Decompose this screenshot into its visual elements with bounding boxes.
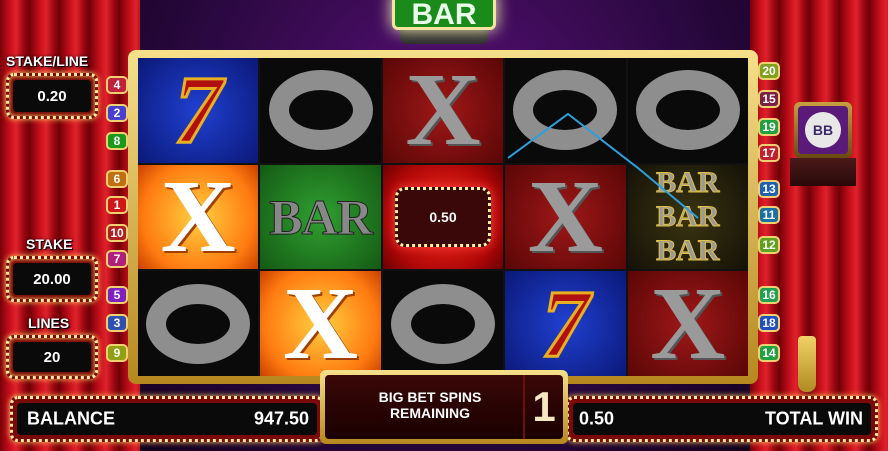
reel-grid: 7 X X BAR 0.50 X BAR BAR BAR X 7 X [138, 58, 748, 376]
stake-label: STAKE [26, 236, 73, 252]
total-win-box: 0.50 TOTAL WIN [566, 396, 878, 442]
payline-badge-5[interactable]: 5 [106, 286, 128, 304]
payline-badge-17[interactable]: 17 [758, 144, 780, 162]
stake-display[interactable]: 20.00 [6, 256, 98, 302]
symbol-o [260, 58, 381, 163]
total-win-label: TOTAL WIN [765, 408, 863, 429]
balance-box: BALANCE 947.50 [10, 396, 324, 442]
symbol-o [382, 271, 504, 376]
stake-line-value: 0.20 [13, 80, 91, 112]
symbol-o [138, 271, 259, 376]
payline-badge-11[interactable]: 11 [758, 206, 780, 224]
symbol-x: X [627, 271, 748, 376]
win-amount-box: 0.50 [394, 186, 492, 248]
win-cell: 0.50 [382, 164, 504, 270]
stake-line-label: STAKE/LINE [6, 53, 89, 69]
payline-badge-16[interactable]: 16 [758, 286, 780, 304]
payline-badge-12[interactable]: 12 [758, 236, 780, 254]
symbol-bar: BAR [260, 164, 381, 270]
payline-badge-13[interactable]: 13 [758, 180, 780, 198]
symbol-x: X [505, 164, 626, 270]
payline-badge-18[interactable]: 18 [758, 314, 780, 332]
symbol-x-white: X [260, 271, 381, 376]
payline-badge-4[interactable]: 4 [106, 76, 128, 94]
big-bet-spins-panel: BIG BET SPINS REMAINING 1 [320, 370, 568, 444]
big-bet-button[interactable]: BB [794, 102, 852, 158]
big-bet-spins-label: BIG BET SPINS REMAINING [378, 389, 482, 421]
symbol-seven: 7 [138, 58, 259, 163]
lines-display[interactable]: 20 [6, 335, 98, 379]
big-bet-spins-count: 1 [523, 375, 563, 439]
payline-badge-20[interactable]: 20 [758, 62, 780, 80]
total-win-value: 0.50 [579, 408, 615, 429]
symbol-triple-bar: BAR BAR BAR [627, 164, 748, 270]
lines-label: LINES [28, 315, 70, 331]
big-bet-logo-icon: BB [805, 112, 841, 148]
symbol-o [627, 58, 748, 163]
payline-badge-1[interactable]: 1 [106, 196, 128, 214]
payline-badge-9[interactable]: 9 [106, 344, 128, 362]
symbol-x-white: X [138, 164, 259, 270]
payline-badge-19[interactable]: 19 [758, 118, 780, 136]
payline-badge-14[interactable]: 14 [758, 344, 780, 362]
payline-badge-10[interactable]: 10 [106, 224, 128, 242]
balance-label: BALANCE [27, 408, 115, 429]
reel-frame: 7 X X BAR 0.50 X BAR BAR BAR X 7 X [128, 50, 758, 384]
lines-value: 20 [13, 342, 91, 372]
balance-value: 947.50 [253, 408, 309, 429]
payline-badge-6[interactable]: 6 [106, 170, 128, 188]
game-logo: BAR [392, 0, 496, 31]
curtain-tassel [798, 336, 816, 392]
payline-badge-15[interactable]: 15 [758, 90, 780, 108]
payline-badge-7[interactable]: 7 [106, 250, 128, 268]
payline-badge-8[interactable]: 8 [106, 132, 128, 150]
symbol-x: X [382, 58, 504, 163]
stake-line-display[interactable]: 0.20 [6, 73, 98, 119]
payline-badge-2[interactable]: 2 [106, 104, 128, 122]
symbol-seven: 7 [505, 271, 626, 376]
stake-value: 20.00 [13, 263, 91, 295]
big-bet-button-base [790, 158, 856, 186]
symbol-o [505, 58, 626, 163]
payline-badge-3[interactable]: 3 [106, 314, 128, 332]
